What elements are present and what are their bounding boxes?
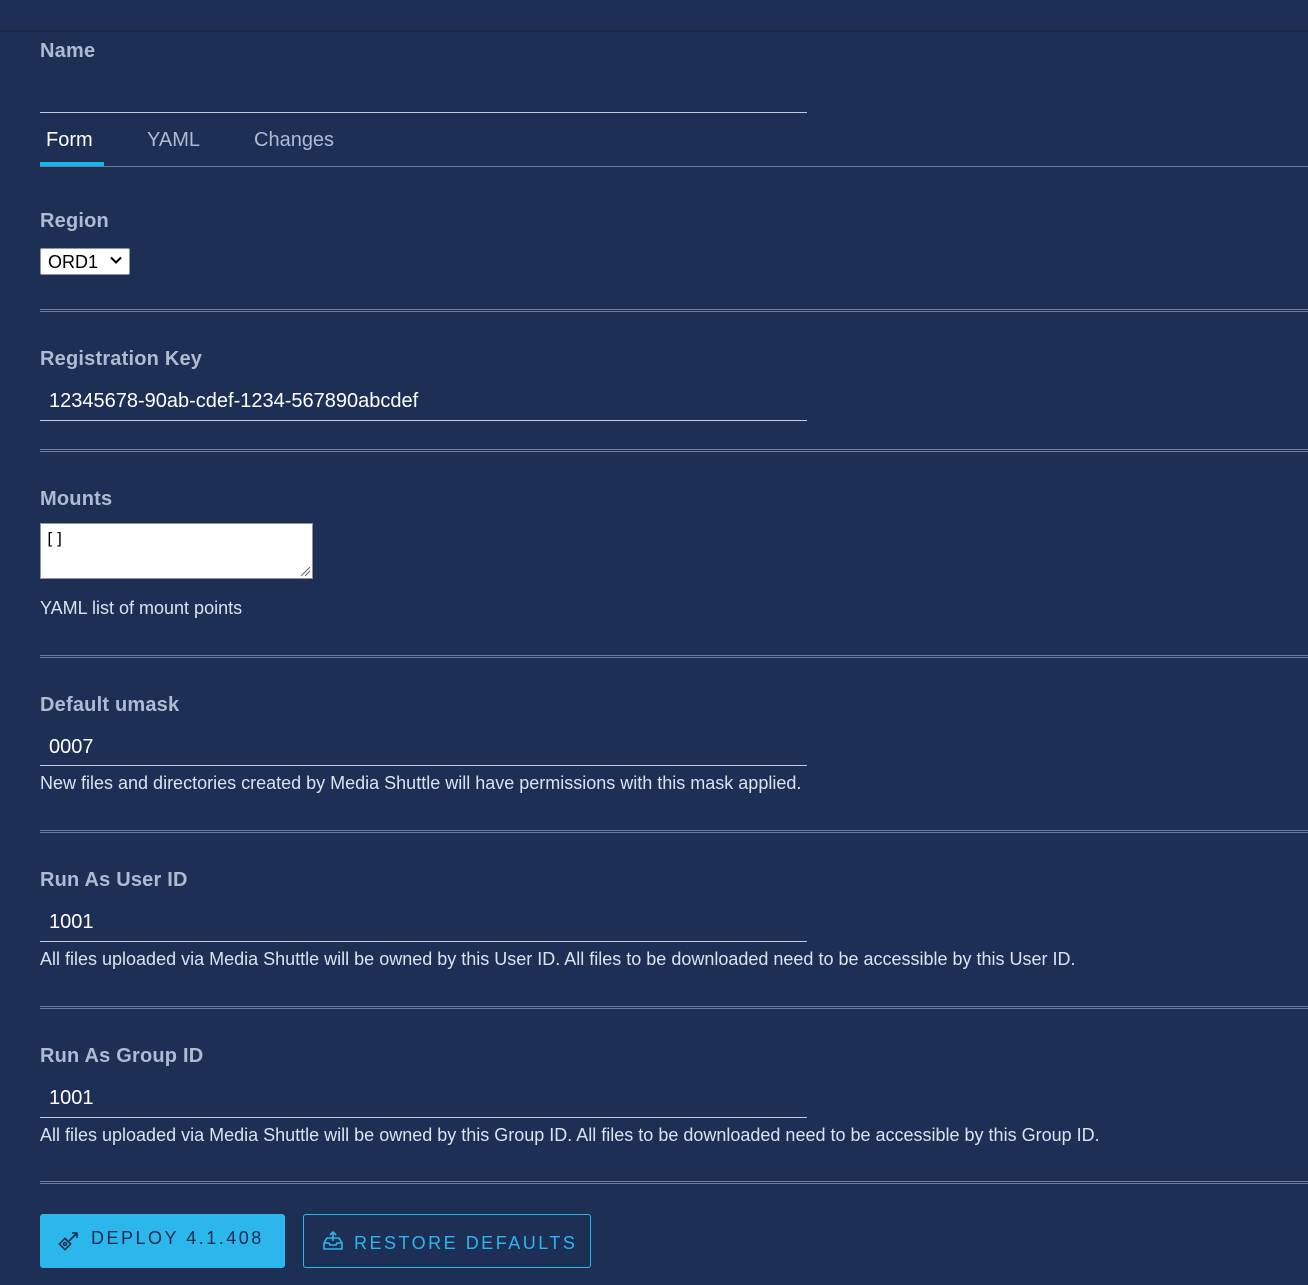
run-as-user-value: 1001: [49, 911, 94, 933]
chevron-down-icon: [110, 256, 122, 264]
run-as-group-help-text: All files uploaded via Media Shuttle wil…: [40, 1125, 1100, 1145]
umask-input-value: 0007: [49, 736, 94, 758]
umask-help-text: New files and directories created by Med…: [40, 773, 802, 793]
region-select[interactable]: ORD1: [40, 248, 130, 275]
registration-key-input[interactable]: 12345678-90ab-cdef-1234-567890abcdef: [40, 386, 807, 421]
registration-key-value: 12345678-90ab-cdef-1234-567890abcdef: [49, 390, 419, 412]
region-select-value: ORD1: [48, 252, 99, 272]
tab-yaml[interactable]: YAML: [147, 129, 200, 152]
section-divider: [40, 309, 1308, 312]
run-as-user-label: Run As User ID: [40, 869, 188, 891]
deploy-button-label: DEPLOY 4.1.408: [91, 1228, 264, 1248]
section-divider: [40, 1006, 1308, 1009]
app-form-page: Name Form YAML Changes Region ORD1 Regis…: [0, 0, 1308, 1285]
run-as-user-input[interactable]: 1001: [40, 907, 807, 942]
rocket-icon: [58, 1232, 78, 1251]
resize-grip-icon[interactable]: [300, 566, 311, 577]
region-label: Region: [40, 210, 109, 232]
name-input[interactable]: [40, 80, 807, 113]
tab-bar: Form YAML Changes: [40, 124, 1308, 167]
tab-changes[interactable]: Changes: [254, 129, 334, 152]
mounts-textarea[interactable]: []: [40, 523, 313, 579]
umask-label: Default umask: [40, 694, 180, 716]
deploy-button[interactable]: DEPLOY 4.1.408: [40, 1214, 285, 1268]
top-border: [0, 30, 1308, 32]
run-as-group-value: 1001: [49, 1087, 94, 1109]
umask-input[interactable]: 0007: [40, 732, 807, 766]
mounts-textarea-value: []: [45, 529, 65, 548]
run-as-group-input[interactable]: 1001: [40, 1083, 807, 1118]
run-as-group-label: Run As Group ID: [40, 1045, 204, 1067]
upload-tray-icon: [323, 1231, 343, 1250]
registration-key-label: Registration Key: [40, 348, 203, 370]
section-divider: [40, 830, 1308, 833]
section-divider: [40, 449, 1308, 452]
mounts-label: Mounts: [40, 488, 113, 510]
run-as-user-help-text: All files uploaded via Media Shuttle wil…: [40, 949, 1076, 969]
name-label: Name: [40, 40, 96, 62]
restore-defaults-button[interactable]: RESTORE DEFAULTS: [303, 1214, 591, 1268]
tab-form[interactable]: Form: [46, 129, 93, 152]
active-tab-indicator: [40, 162, 104, 166]
mounts-help-text: YAML list of mount points: [40, 598, 243, 618]
section-divider: [40, 655, 1308, 658]
restore-defaults-button-label: RESTORE DEFAULTS: [354, 1233, 578, 1253]
section-divider: [40, 1181, 1308, 1184]
